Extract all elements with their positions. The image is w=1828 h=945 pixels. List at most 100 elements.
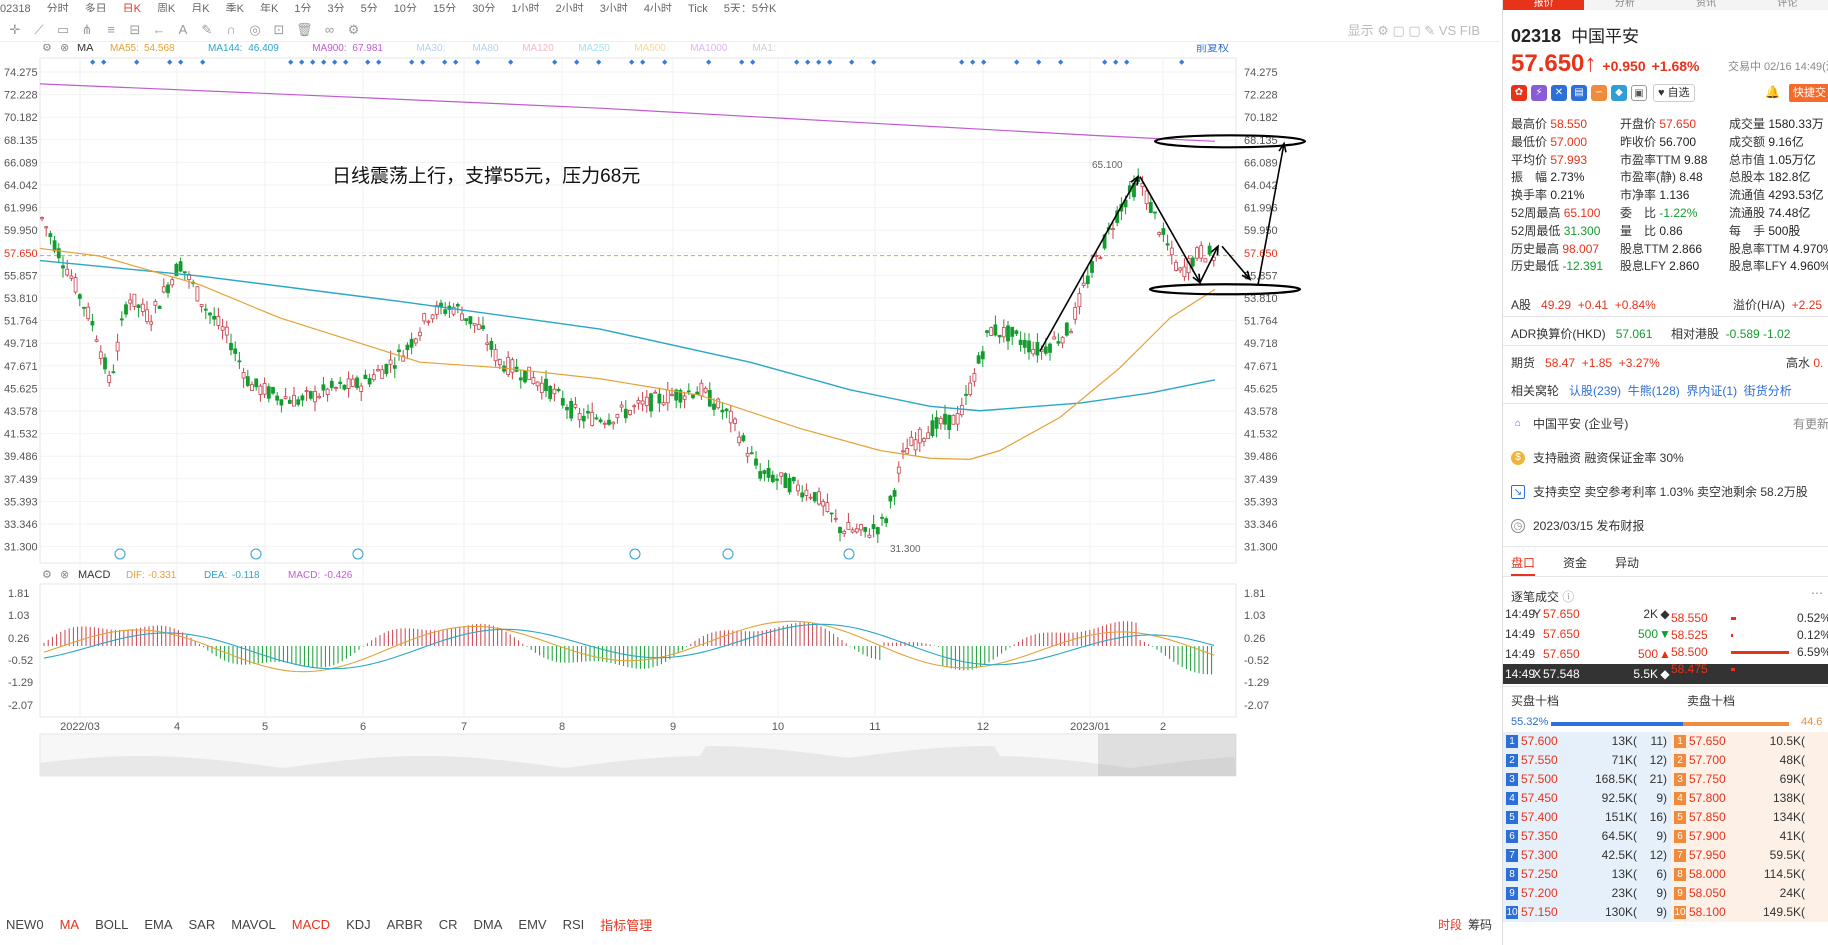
- chart-mode-icon[interactable]: ▤: [1571, 85, 1587, 101]
- bid-level[interactable]: 2 57.550 71K(12): [1503, 751, 1671, 770]
- event-dot-icon[interactable]: ◆: [376, 59, 382, 66]
- crosshair-icon[interactable]: ✛: [8, 22, 22, 38]
- ma-label[interactable]: MA80: [472, 43, 499, 54]
- text-tool-icon[interactable]: A: [176, 22, 190, 37]
- tab-orderbook[interactable]: 盘口: [1511, 554, 1536, 576]
- event-dot-icon[interactable]: ◆: [981, 59, 987, 66]
- book-row[interactable]: 7 57.300 42.5K(12) 7 57.950 59.5K(: [1503, 846, 1828, 865]
- ask-level[interactable]: 2 57.700 48K(: [1671, 751, 1828, 770]
- book-row[interactable]: 1 57.600 13K(11) 1 57.650 10.5K(: [1503, 732, 1828, 751]
- period-item[interactable]: 3分: [327, 0, 344, 12]
- bid-level[interactable]: 4 57.450 92.5K(9): [1503, 789, 1671, 808]
- brush-tool-icon[interactable]: ✎: [200, 22, 214, 38]
- event-dot-icon[interactable]: ◆: [343, 59, 349, 66]
- event-dot-icon[interactable]: ◆: [409, 59, 415, 66]
- indicator-tab[interactable]: 指标管理: [600, 915, 652, 934]
- earnings-row[interactable]: ◷ 2023/03/15 发布财报: [1511, 517, 1828, 534]
- event-dot-icon[interactable]: ◆: [970, 59, 976, 66]
- short-sell-icon[interactable]: ✕: [1551, 85, 1567, 101]
- event-dot-icon[interactable]: ◆: [1014, 59, 1020, 66]
- event-dot-icon[interactable]: ◆: [310, 59, 316, 66]
- period-item[interactable]: 5天：5分K: [724, 0, 777, 12]
- indicator-tab[interactable]: MA: [60, 917, 80, 932]
- event-dot-icon[interactable]: ◆: [794, 59, 800, 66]
- event-dot-icon[interactable]: ◆: [706, 59, 712, 66]
- margin-icon[interactable]: ⚡: [1531, 85, 1547, 101]
- period-item[interactable]: Tick: [688, 3, 708, 12]
- book-row[interactable]: 6 57.350 64.5K(9) 6 57.900 41K(: [1503, 827, 1828, 846]
- close-icon[interactable]: ⊗: [60, 569, 69, 581]
- event-dot-icon[interactable]: ◆: [750, 59, 756, 66]
- panel-tab[interactable]: 报价: [1503, 0, 1585, 10]
- event-dot-icon[interactable]: ◆: [1124, 59, 1130, 66]
- event-marker-icon[interactable]: [843, 548, 855, 560]
- eye-icon[interactable]: ◎: [248, 22, 262, 38]
- lock-icon[interactable]: ⊡: [272, 22, 286, 38]
- bid-level[interactable]: 8 57.250 13K(6): [1503, 865, 1671, 884]
- book-row[interactable]: 3 57.500 168.5K(21) 3 57.750 69K(: [1503, 770, 1828, 789]
- indicator-tab[interactable]: RSI: [563, 917, 585, 932]
- event-dot-icon[interactable]: ◆: [640, 59, 646, 66]
- options-icon[interactable]: ∽: [1591, 85, 1607, 101]
- indicator-tab[interactable]: NEW0: [6, 917, 44, 932]
- book-row[interactable]: 2 57.550 71K(12) 2 57.700 48K(: [1503, 751, 1828, 770]
- ma-label[interactable]: MA1:: [752, 43, 775, 54]
- book-row[interactable]: 4 57.450 92.5K(9) 4 57.800 138K(: [1503, 789, 1828, 808]
- ask-level[interactable]: 7 57.950 59.5K(: [1671, 846, 1828, 865]
- period-item[interactable]: 年K: [260, 0, 278, 12]
- period-item[interactable]: 日K: [123, 0, 141, 12]
- indicator-tab[interactable]: ARBR: [387, 917, 423, 932]
- event-dot-icon[interactable]: ◆: [629, 59, 635, 66]
- period-item[interactable]: 10分: [394, 0, 417, 12]
- event-dot-icon[interactable]: ◆: [299, 59, 305, 66]
- period-item[interactable]: 30分: [472, 0, 495, 12]
- link-icon[interactable]: ∞: [323, 22, 337, 37]
- kline-chart[interactable]: 74.275 74.275 72.228 72.228 70.182 70.182 68.1…: [0, 40, 1500, 914]
- ask-level[interactable]: 5 57.850 134K(: [1671, 808, 1828, 827]
- magnet-icon[interactable]: ∩: [224, 22, 238, 37]
- margin-row[interactable]: $ 支持融资 融资保证金率 30%: [1511, 449, 1828, 466]
- indicator-tab[interactable]: KDJ: [346, 917, 371, 932]
- event-dot-icon[interactable]: ◆: [1113, 59, 1119, 66]
- period-item[interactable]: 1分: [294, 0, 311, 12]
- tab-capital[interactable]: 资金: [1563, 554, 1587, 576]
- event-dot-icon[interactable]: ◆: [1058, 59, 1064, 66]
- close-icon[interactable]: ⊗: [60, 42, 69, 54]
- bid-level[interactable]: 1 57.600 13K(11): [1503, 732, 1671, 751]
- event-dot-icon[interactable]: ◆: [849, 59, 855, 66]
- short-row[interactable]: ↘ 支持卖空 卖空参考利率 1.03% 卖空池剩余 58.2万股: [1511, 483, 1828, 500]
- event-dot-icon[interactable]: ◆: [453, 59, 459, 66]
- chart-canvas[interactable]: 74.275 74.275 72.228 72.228 70.182 70.182 68.1…: [0, 40, 1500, 914]
- bid-level[interactable]: 3 57.500 168.5K(21): [1503, 770, 1671, 789]
- event-dot-icon[interactable]: ◆: [827, 59, 833, 66]
- channel-tool-icon[interactable]: ≡: [104, 22, 118, 37]
- note-icon[interactable]: ▣: [1631, 85, 1647, 101]
- chips-link[interactable]: 筹码: [1468, 918, 1492, 932]
- settings-icon[interactable]: ⚙: [42, 569, 52, 581]
- bid-level[interactable]: 5 57.400 151K(16): [1503, 808, 1671, 827]
- bid-level[interactable]: 9 57.200 23K(9): [1503, 884, 1671, 903]
- event-marker-icon[interactable]: [250, 548, 262, 560]
- rect-tool-icon[interactable]: ▭: [56, 22, 70, 38]
- panel-tab[interactable]: 评论: [1747, 0, 1828, 10]
- event-dot-icon[interactable]: ◆: [90, 59, 96, 66]
- ask-level[interactable]: 4 57.800 138K(: [1671, 789, 1828, 808]
- trash-icon[interactable]: 🗑: [296, 22, 313, 38]
- trend-arrow[interactable]: [1039, 176, 1139, 352]
- period-item[interactable]: 分时: [47, 0, 69, 12]
- favorite-button[interactable]: ♥ 自选: [1653, 84, 1695, 102]
- adjust-label[interactable]: 前复权: [1196, 40, 1229, 54]
- event-dot-icon[interactable]: ◆: [200, 59, 206, 66]
- book-row[interactable]: 10 57.150 130K(9) 10 58.100 149.5K(: [1503, 903, 1828, 922]
- ask-level[interactable]: 9 58.050 24K(: [1671, 884, 1828, 903]
- event-dot-icon[interactable]: ◆: [805, 59, 811, 66]
- panel-tab[interactable]: 资讯: [1666, 0, 1747, 10]
- event-dot-icon[interactable]: ◆: [134, 59, 140, 66]
- period-item[interactable]: 季K: [226, 0, 244, 12]
- indicator-tab[interactable]: EMA: [144, 917, 172, 932]
- ask-level[interactable]: 10 58.100 149.5K(: [1671, 903, 1828, 922]
- period-item[interactable]: 4小时: [644, 0, 672, 12]
- book-row[interactable]: 8 57.250 13K(6) 8 58.000 114.5K(: [1503, 865, 1828, 884]
- line-tool-icon[interactable]: ⟋: [32, 22, 46, 38]
- event-dot-icon[interactable]: ◆: [167, 59, 173, 66]
